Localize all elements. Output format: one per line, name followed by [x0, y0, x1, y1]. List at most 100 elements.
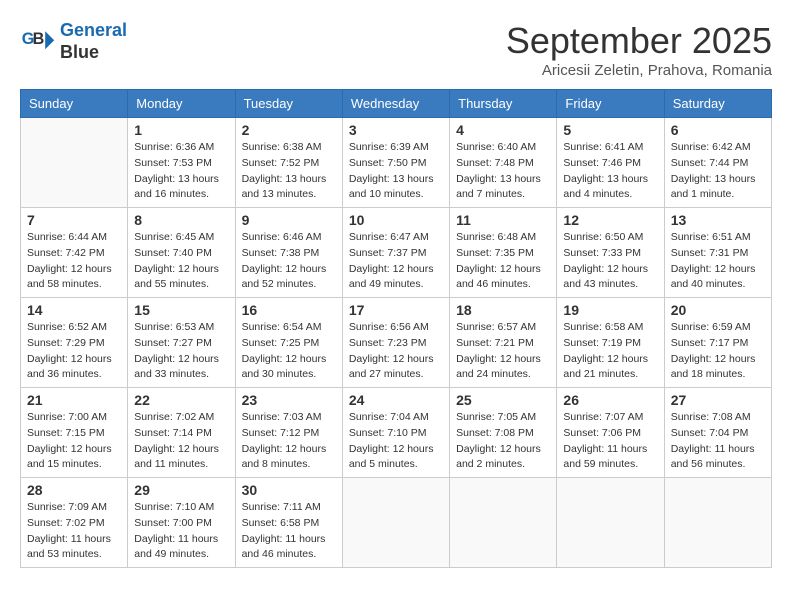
calendar-cell: 13 Sunrise: 6:51 AMSunset: 7:31 PMDayligh…: [664, 208, 771, 298]
day-info: Sunrise: 7:04 AMSunset: 7:10 PMDaylight:…: [349, 410, 443, 473]
calendar-cell: 6 Sunrise: 6:42 AMSunset: 7:44 PMDaylight…: [664, 118, 771, 208]
day-info: Sunrise: 7:11 AMSunset: 6:58 PMDaylight:…: [242, 500, 336, 563]
day-info: Sunrise: 6:42 AMSunset: 7:44 PMDaylight:…: [671, 140, 765, 203]
calendar-cell: 9 Sunrise: 6:46 AMSunset: 7:38 PMDaylight…: [235, 208, 342, 298]
calendar-cell: 18Sunrise: 6:57 AMSunset: 7:21 PMDayligh…: [450, 298, 557, 388]
day-number: 15: [134, 302, 228, 318]
calendar-cell: 14Sunrise: 6:52 AMSunset: 7:29 PMDayligh…: [21, 298, 128, 388]
day-info: Sunrise: 6:41 AMSunset: 7:46 PMDaylight:…: [563, 140, 657, 203]
day-number: 28: [27, 482, 121, 498]
day-info: Sunrise: 6:51 AMSunset: 7:31 PMDaylight:…: [671, 230, 765, 293]
calendar-cell: 2 Sunrise: 6:38 AMSunset: 7:52 PMDaylight…: [235, 118, 342, 208]
calendar-cell: 7 Sunrise: 6:44 AMSunset: 7:42 PMDaylight…: [21, 208, 128, 298]
calendar-cell: 23 Sunrise: 7:03 AMSunset: 7:12 PMDayligh…: [235, 388, 342, 478]
day-info: Sunrise: 6:38 AMSunset: 7:52 PMDaylight:…: [242, 140, 336, 203]
logo: G B GeneralBlue: [20, 20, 127, 63]
calendar-cell: [21, 118, 128, 208]
calendar-cell: 30 Sunrise: 7:11 AMSunset: 6:58 PMDayligh…: [235, 478, 342, 568]
calendar-cell: 1 Sunrise: 6:36 AMSunset: 7:53 PMDaylight…: [128, 118, 235, 208]
day-number: 30: [242, 482, 336, 498]
calendar-cell: [450, 478, 557, 568]
calendar-cell: [664, 478, 771, 568]
calendar-cell: 27 Sunrise: 7:08 AMSunset: 7:04 PMDayligh…: [664, 388, 771, 478]
weekday-header: Sunday: [21, 90, 128, 118]
day-info: Sunrise: 7:03 AMSunset: 7:12 PMDaylight:…: [242, 410, 336, 473]
day-info: Sunrise: 6:40 AMSunset: 7:48 PMDaylight:…: [456, 140, 550, 203]
day-info: Sunrise: 7:00 AMSunset: 7:15 PMDaylight:…: [27, 410, 121, 473]
calendar-cell: 28 Sunrise: 7:09 AMSunset: 7:02 PMDayligh…: [21, 478, 128, 568]
day-number: 23: [242, 392, 336, 408]
day-number: 1: [134, 122, 228, 138]
day-number: 7: [27, 212, 121, 228]
day-info: Sunrise: 7:05 AMSunset: 7:08 PMDaylight:…: [456, 410, 550, 473]
weekday-header: Saturday: [664, 90, 771, 118]
day-info: Sunrise: 6:44 AMSunset: 7:42 PMDaylight:…: [27, 230, 121, 293]
day-number: 26: [563, 392, 657, 408]
day-number: 6: [671, 122, 765, 138]
calendar-week-row: 1 Sunrise: 6:36 AMSunset: 7:53 PMDaylight…: [21, 118, 772, 208]
logo-text: GeneralBlue: [60, 20, 127, 63]
calendar-cell: 21 Sunrise: 7:00 AMSunset: 7:15 PMDayligh…: [21, 388, 128, 478]
calendar-week-row: 14Sunrise: 6:52 AMSunset: 7:29 PMDayligh…: [21, 298, 772, 388]
calendar-cell: 5 Sunrise: 6:41 AMSunset: 7:46 PMDaylight…: [557, 118, 664, 208]
weekday-header: Thursday: [450, 90, 557, 118]
day-number: 14: [27, 302, 121, 318]
day-number: 12: [563, 212, 657, 228]
day-number: 9: [242, 212, 336, 228]
day-number: 4: [456, 122, 550, 138]
day-info: Sunrise: 7:10 AMSunset: 7:00 PMDaylight:…: [134, 500, 228, 563]
calendar-cell: 26Sunrise: 7:07 AMSunset: 7:06 PMDayligh…: [557, 388, 664, 478]
calendar-cell: 3 Sunrise: 6:39 AMSunset: 7:50 PMDaylight…: [342, 118, 449, 208]
day-info: Sunrise: 6:39 AMSunset: 7:50 PMDaylight:…: [349, 140, 443, 203]
calendar-header-row: SundayMondayTuesdayWednesdayThursdayFrid…: [21, 90, 772, 118]
month-title: September 2025: [506, 20, 772, 62]
day-info: Sunrise: 6:46 AMSunset: 7:38 PMDaylight:…: [242, 230, 336, 293]
day-number: 27: [671, 392, 765, 408]
day-number: 10: [349, 212, 443, 228]
weekday-header: Wednesday: [342, 90, 449, 118]
day-number: 25: [456, 392, 550, 408]
day-info: Sunrise: 6:58 AMSunset: 7:19 PMDaylight:…: [563, 320, 657, 383]
day-info: Sunrise: 6:36 AMSunset: 7:53 PMDaylight:…: [134, 140, 228, 203]
day-number: 13: [671, 212, 765, 228]
logo-icon: G B: [20, 24, 56, 60]
day-info: Sunrise: 6:56 AMSunset: 7:23 PMDaylight:…: [349, 320, 443, 383]
title-block: September 2025 Aricesii Zeletin, Prahova…: [506, 20, 772, 79]
day-info: Sunrise: 6:48 AMSunset: 7:35 PMDaylight:…: [456, 230, 550, 293]
day-number: 8: [134, 212, 228, 228]
day-info: Sunrise: 6:57 AMSunset: 7:21 PMDaylight:…: [456, 320, 550, 383]
calendar-cell: 19 Sunrise: 6:58 AMSunset: 7:19 PMDayligh…: [557, 298, 664, 388]
day-number: 16: [242, 302, 336, 318]
svg-text:B: B: [33, 29, 45, 47]
day-number: 2: [242, 122, 336, 138]
day-number: 21: [27, 392, 121, 408]
day-info: Sunrise: 6:45 AMSunset: 7:40 PMDaylight:…: [134, 230, 228, 293]
day-info: Sunrise: 7:08 AMSunset: 7:04 PMDaylight:…: [671, 410, 765, 473]
day-number: 11: [456, 212, 550, 228]
location: Aricesii Zeletin, Prahova, Romania: [506, 62, 772, 79]
day-number: 17: [349, 302, 443, 318]
weekday-header: Friday: [557, 90, 664, 118]
calendar-cell: 29Sunrise: 7:10 AMSunset: 7:00 PMDayligh…: [128, 478, 235, 568]
day-info: Sunrise: 7:09 AMSunset: 7:02 PMDaylight:…: [27, 500, 121, 563]
calendar-cell: 12 Sunrise: 6:50 AMSunset: 7:33 PMDayligh…: [557, 208, 664, 298]
calendar-cell: 4 Sunrise: 6:40 AMSunset: 7:48 PMDaylight…: [450, 118, 557, 208]
day-info: Sunrise: 6:47 AMSunset: 7:37 PMDaylight:…: [349, 230, 443, 293]
calendar-cell: [342, 478, 449, 568]
day-info: Sunrise: 6:59 AMSunset: 7:17 PMDaylight:…: [671, 320, 765, 383]
day-info: Sunrise: 6:50 AMSunset: 7:33 PMDaylight:…: [563, 230, 657, 293]
day-info: Sunrise: 7:02 AMSunset: 7:14 PMDaylight:…: [134, 410, 228, 473]
calendar-cell: 25 Sunrise: 7:05 AMSunset: 7:08 PMDayligh…: [450, 388, 557, 478]
calendar-table: SundayMondayTuesdayWednesdayThursdayFrid…: [20, 89, 772, 568]
calendar-week-row: 21 Sunrise: 7:00 AMSunset: 7:15 PMDayligh…: [21, 388, 772, 478]
day-number: 20: [671, 302, 765, 318]
calendar-cell: 15Sunrise: 6:53 AMSunset: 7:27 PMDayligh…: [128, 298, 235, 388]
day-number: 3: [349, 122, 443, 138]
weekday-header: Tuesday: [235, 90, 342, 118]
calendar-week-row: 28 Sunrise: 7:09 AMSunset: 7:02 PMDayligh…: [21, 478, 772, 568]
calendar-cell: 16Sunrise: 6:54 AMSunset: 7:25 PMDayligh…: [235, 298, 342, 388]
day-number: 5: [563, 122, 657, 138]
day-number: 22: [134, 392, 228, 408]
day-number: 19: [563, 302, 657, 318]
weekday-header: Monday: [128, 90, 235, 118]
